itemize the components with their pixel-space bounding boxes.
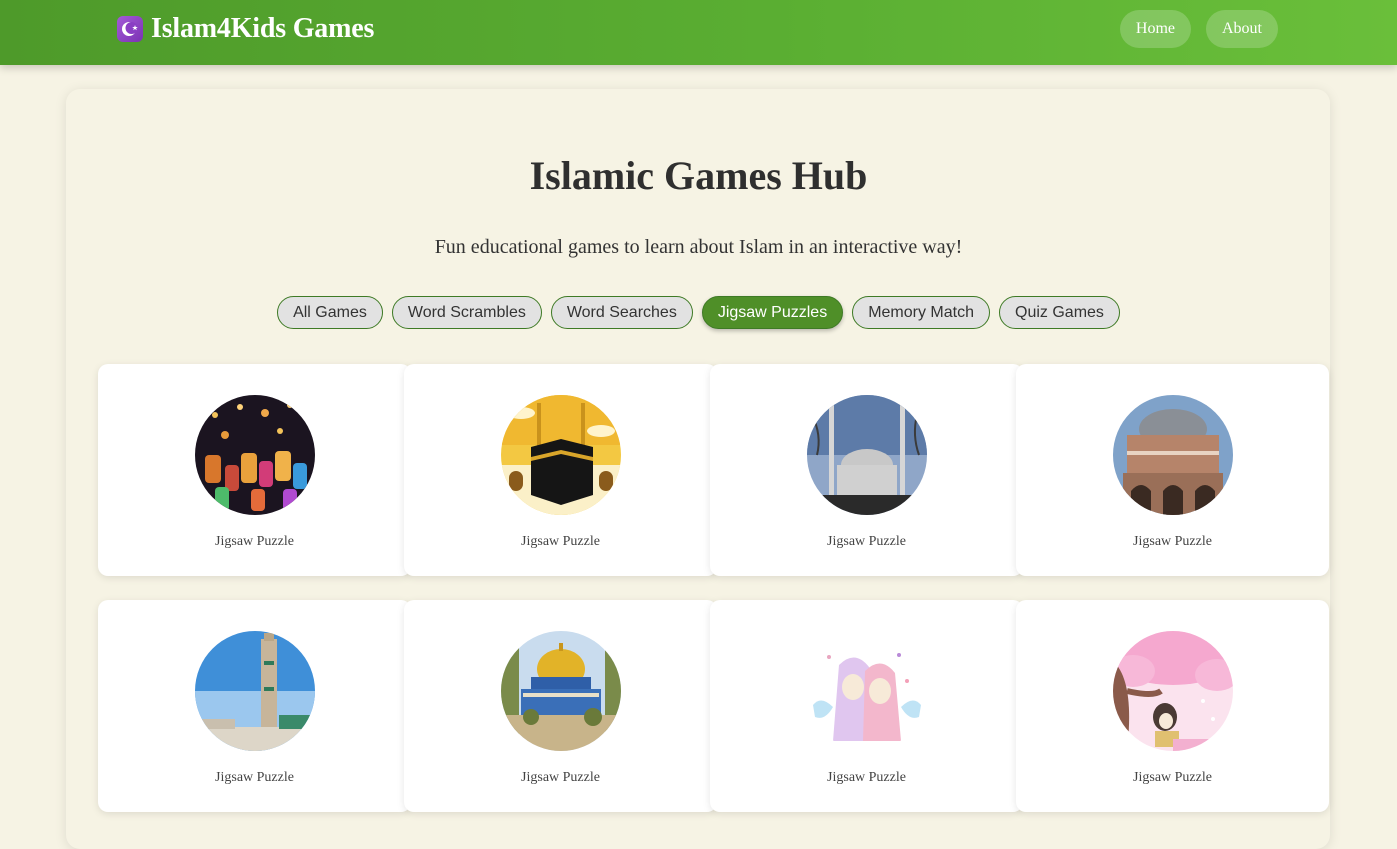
game-card-label: Jigsaw Puzzle xyxy=(215,534,294,549)
category-filters: All Games Word Scrambles Word Searches J… xyxy=(0,296,1397,329)
kaaba-image xyxy=(501,395,621,515)
nav-links: Home About xyxy=(1119,10,1278,48)
nav-about-link[interactable]: About xyxy=(1206,10,1278,48)
game-card[interactable]: Jigsaw Puzzle xyxy=(404,364,717,576)
mosque-minarets-image xyxy=(807,395,927,515)
nav-home-link[interactable]: Home xyxy=(1119,10,1191,48)
dome-of-rock-image xyxy=(501,631,621,751)
game-card-label: Jigsaw Puzzle xyxy=(1133,770,1212,785)
game-card[interactable]: Jigsaw Puzzle xyxy=(98,364,411,576)
filter-jigsaw-puzzles[interactable]: Jigsaw Puzzles xyxy=(701,296,844,329)
game-card[interactable]: Jigsaw Puzzle xyxy=(1016,364,1329,576)
game-card[interactable]: Jigsaw Puzzle xyxy=(1016,600,1329,812)
filter-word-searches[interactable]: Word Searches xyxy=(550,296,693,329)
hassan-minaret-image xyxy=(195,631,315,751)
game-card-label: Jigsaw Puzzle xyxy=(521,770,600,785)
game-card[interactable]: Jigsaw Puzzle xyxy=(710,364,1023,576)
game-card-label: Jigsaw Puzzle xyxy=(1133,534,1212,549)
hijabi-girls-image xyxy=(807,631,927,751)
page-title: Islamic Games Hub xyxy=(529,153,868,198)
game-card[interactable]: Jigsaw Puzzle xyxy=(98,600,411,812)
girl-under-tree-image xyxy=(1113,631,1233,751)
filter-memory-match[interactable]: Memory Match xyxy=(852,296,990,329)
lanterns-image xyxy=(195,395,315,515)
page-subtitle: Fun educational games to learn about Isl… xyxy=(434,236,963,258)
game-card-label: Jigsaw Puzzle xyxy=(215,770,294,785)
brand-title: Islam4Kids Games xyxy=(151,13,375,44)
game-card-label: Jigsaw Puzzle xyxy=(521,534,600,549)
top-navbar: Islam4Kids Games Home About xyxy=(0,0,1397,65)
filter-all-games[interactable]: All Games xyxy=(277,296,383,329)
brand[interactable]: Islam4Kids Games xyxy=(117,12,374,46)
game-card-label: Jigsaw Puzzle xyxy=(827,534,906,549)
ottoman-mosque-image xyxy=(1113,395,1233,515)
crescent-star-icon xyxy=(117,16,143,42)
filter-word-scrambles[interactable]: Word Scrambles xyxy=(391,296,542,329)
filter-quiz-games[interactable]: Quiz Games xyxy=(999,296,1120,329)
game-card[interactable]: Jigsaw Puzzle xyxy=(710,600,1023,812)
game-card-label: Jigsaw Puzzle xyxy=(827,770,906,785)
game-card[interactable]: Jigsaw Puzzle xyxy=(404,600,717,812)
